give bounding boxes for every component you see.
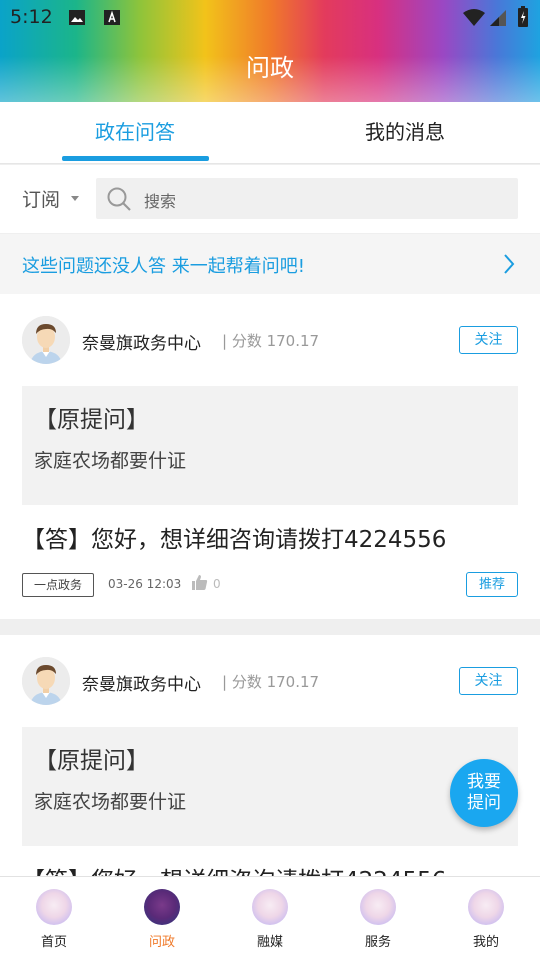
status-bar: 5:12 (0, 0, 540, 36)
signal-icon (489, 8, 507, 26)
app-logo-icon (36, 889, 72, 925)
tab-my-messages[interactable]: 我的消息 (270, 102, 540, 164)
ask-question-button[interactable]: 我要 提问 (450, 759, 518, 827)
original-question[interactable]: 【原提问】 家庭农场都要什证 (22, 727, 518, 846)
tab-active-indicator (62, 156, 209, 161)
tab-bar: 政在问答 我的消息 (0, 102, 540, 164)
app-logo-icon (144, 889, 180, 925)
nav-item-mine[interactable]: 我的 (432, 877, 540, 960)
app-logo-icon (360, 889, 396, 925)
follow-button[interactable]: 关注 (459, 667, 518, 695)
question-body: 家庭农场都要什证 (34, 450, 187, 472)
banner-text: 这些问题还没人答 来一起帮着问吧! (22, 256, 305, 277)
unanswered-banner[interactable]: 这些问题还没人答 来一起帮着问吧! (0, 234, 540, 294)
filter-row: 订阅 搜索 (0, 165, 540, 233)
thumbs-up-icon[interactable] (191, 574, 208, 591)
question-title: 【原提问】 (34, 748, 149, 774)
search-placeholder: 搜索 (144, 192, 177, 211)
avatar[interactable] (22, 657, 70, 705)
answer-text: 【答】您好，想详细咨询请拨打4224556 (22, 861, 446, 876)
search-input[interactable]: 搜索 (96, 178, 518, 219)
recommend-button[interactable]: 推荐 (466, 572, 518, 597)
nav-label: 融媒 (256, 935, 283, 950)
original-question[interactable]: 【原提问】 家庭农场都要什证 (22, 386, 518, 505)
question-card[interactable]: 奈曼旗政务中心 | 分数 170.17 关注 【原提问】 家庭农场都要什证 【答… (0, 635, 540, 876)
battery-icon (517, 6, 529, 28)
search-icon (107, 187, 131, 211)
app-notification-icon (103, 9, 121, 26)
score-label: | 分数 170.17 (222, 673, 320, 691)
tab-qa[interactable]: 政在问答 (0, 102, 270, 164)
answer-text: 【答】您好，想详细咨询请拨打4224556 (22, 527, 447, 553)
nav-label: 服务 (364, 935, 391, 950)
page-title: 问政 (246, 54, 294, 82)
nav-label: 问政 (148, 935, 175, 950)
post-date: 03-26 12:03 (108, 577, 182, 591)
bottom-nav: 首页 问政 融媒 服务 我的 (0, 876, 540, 960)
question-title: 【原提问】 (34, 407, 149, 433)
source-tag: 一点政务 (22, 573, 94, 597)
question-body: 家庭农场都要什证 (34, 791, 187, 813)
author-name[interactable]: 奈曼旗政务中心 (82, 329, 201, 354)
image-icon (68, 9, 86, 26)
question-card[interactable]: 奈曼旗政务中心 | 分数 170.17 关注 【原提问】 家庭农场都要什证 【答… (0, 294, 540, 619)
header: 5:12 问政 (0, 0, 540, 102)
score-label: | 分数 170.17 (222, 332, 320, 350)
avatar[interactable] (22, 316, 70, 364)
fab-line2: 提问 (467, 793, 501, 813)
status-time: 5:12 (10, 6, 53, 28)
nav-label: 我的 (472, 935, 499, 950)
follow-button[interactable]: 关注 (459, 326, 518, 354)
nav-item-services[interactable]: 服务 (324, 877, 432, 960)
wifi-icon (462, 8, 486, 26)
caret-down-icon (71, 196, 79, 201)
chevron-right-icon (504, 254, 515, 274)
nav-item-home[interactable]: 首页 (0, 877, 108, 960)
author-name[interactable]: 奈曼旗政务中心 (82, 670, 201, 695)
nav-item-media[interactable]: 融媒 (216, 877, 324, 960)
subscribe-dropdown[interactable]: 订阅 (22, 185, 60, 212)
app-logo-icon (252, 889, 288, 925)
like-count: 0 (213, 577, 221, 591)
nav-item-wenzheng[interactable]: 问政 (108, 877, 216, 960)
nav-label: 首页 (40, 935, 67, 950)
app-logo-icon (468, 889, 504, 925)
fab-line1: 我要 (467, 772, 501, 792)
